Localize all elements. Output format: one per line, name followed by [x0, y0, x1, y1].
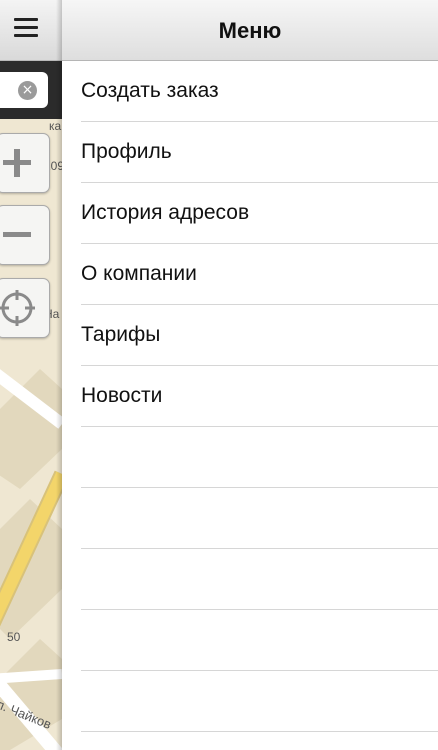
page-title: Меню — [218, 18, 282, 43]
locate-icon — [0, 290, 35, 326]
empty-row — [81, 488, 438, 549]
map-toolbar — [0, 0, 62, 61]
empty-row — [81, 427, 438, 488]
menu-item-label: Создать заказ — [81, 79, 219, 102]
menu-item-profile[interactable]: Профиль — [81, 122, 438, 183]
map-view[interactable]: ка 109 На 50 ул. Чайков — [0, 0, 62, 750]
zoom-in-button[interactable] — [0, 133, 50, 193]
empty-row — [81, 610, 438, 671]
locate-button[interactable] — [0, 278, 50, 338]
empty-row — [81, 671, 438, 732]
menu-item-tariffs[interactable]: Тарифы — [81, 305, 438, 366]
clear-icon[interactable]: × — [18, 81, 37, 100]
menu-header: Меню — [62, 0, 438, 61]
menu-icon[interactable] — [14, 18, 38, 38]
menu-item-about[interactable]: О компании — [81, 244, 438, 305]
zoom-out-icon — [3, 232, 31, 237]
menu-item-label: История адресов — [81, 201, 250, 224]
menu-item-label: Новости — [81, 384, 163, 407]
menu-list: Создать заказ Профиль История адресов О … — [62, 61, 438, 732]
menu-item-address-history[interactable]: История адресов — [81, 183, 438, 244]
map-label-number: 50 — [7, 630, 21, 644]
zoom-in-icon — [3, 149, 31, 177]
menu-item-create-order[interactable]: Создать заказ — [81, 61, 438, 122]
menu-item-label: Профиль — [81, 140, 172, 163]
empty-row — [81, 549, 438, 610]
zoom-out-button[interactable] — [0, 205, 50, 265]
menu-item-label: О компании — [81, 262, 197, 285]
side-menu: Меню Создать заказ Профиль История адрес… — [62, 0, 438, 750]
menu-item-label: Тарифы — [81, 323, 161, 346]
menu-item-news[interactable]: Новости — [81, 366, 438, 427]
